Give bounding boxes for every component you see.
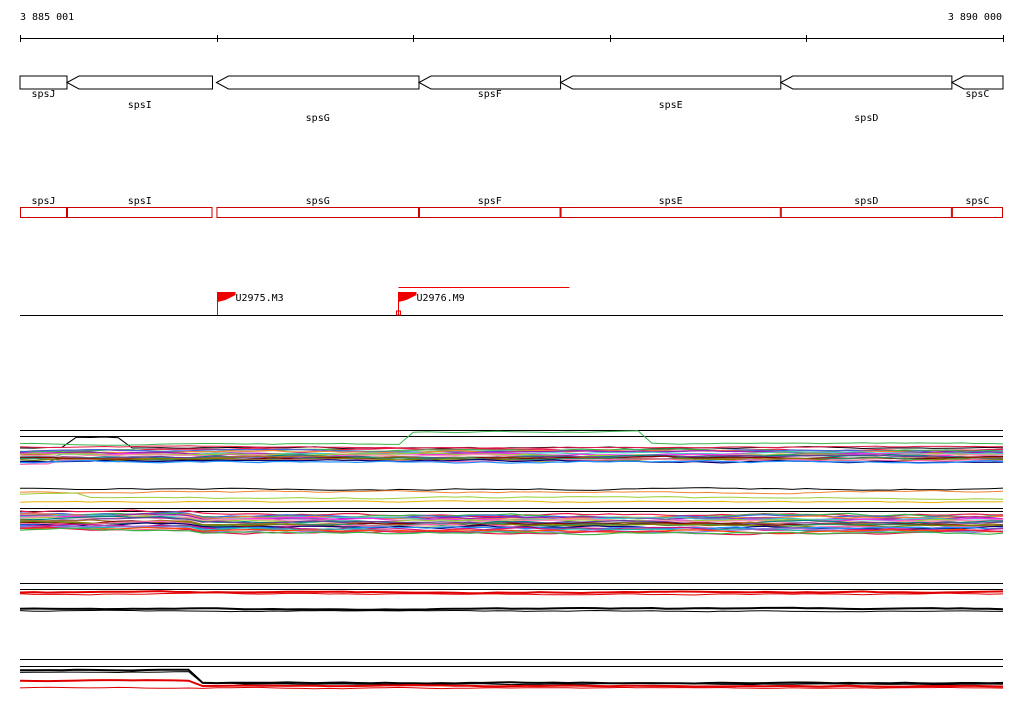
marker-flag	[398, 292, 417, 302]
gene-arrow	[779, 75, 953, 90]
gene-box	[216, 207, 419, 218]
gene-box	[66, 207, 213, 218]
marker-label: U2976.M9	[417, 293, 465, 304]
gene-box-label: spsE	[659, 196, 683, 207]
gene-arrow	[19, 75, 68, 90]
marker-label: U2975.M3	[236, 293, 284, 304]
profile-line	[19, 430, 1004, 446]
gene-box-label: spsD	[854, 196, 878, 207]
profile-line	[19, 492, 1004, 500]
gene-box-label: spsC	[965, 196, 989, 207]
gene-box	[780, 207, 952, 218]
gene-arrow	[417, 75, 562, 90]
gene-label: spsI	[128, 100, 152, 111]
gene-arrow	[559, 75, 782, 90]
gene-box	[20, 207, 67, 218]
gene-box	[560, 207, 781, 218]
gene-arrow-track: spsJ spsI spsG spsF spsE spsD spsC	[19, 75, 1004, 124]
expression-profiles	[19, 430, 1004, 690]
marker-flag	[217, 292, 236, 302]
profile-line	[20, 487, 1004, 491]
gene-box	[951, 207, 1004, 218]
gene-box-label: spsF	[478, 196, 502, 207]
gene-box	[418, 207, 561, 218]
gene-label: spsE	[659, 100, 683, 111]
gene-label: spsJ	[31, 89, 55, 100]
gene-label: spsF	[478, 89, 502, 100]
gene-arrow	[950, 75, 1004, 90]
marker-track: U2975.M3 U2976.M9	[20, 287, 1003, 316]
gene-box-label: spsI	[128, 196, 152, 207]
ruler-start-label: 3 885 001	[20, 12, 75, 23]
genome-tracks: spsJspsIspsGspsFspsEspsDspsC spsJ spsI sps…	[19, 35, 1004, 690]
gene-label: spsD	[854, 113, 878, 124]
profile-line	[19, 609, 1004, 613]
gene-box-track: spsJ spsI spsG spsF spsE spsD spsC	[20, 196, 1004, 218]
gene-label: spsG	[306, 113, 330, 124]
coordinate-ruler	[20, 35, 1004, 42]
profile-line	[19, 489, 1004, 495]
gene-arrow	[65, 75, 214, 90]
profile-line	[19, 590, 1004, 595]
profile-line	[19, 500, 1004, 504]
profile-line	[19, 606, 1004, 611]
genome-browser: 3 885 001 3 890 000 spsJ spsI spsG spsF spsE…	[0, 0, 1024, 714]
profile-line	[19, 686, 1004, 690]
gene-box-label: spsG	[306, 196, 330, 207]
gene-box-label: spsJ	[31, 196, 55, 207]
ruler-end-label: 3 890 000	[947, 12, 1002, 23]
gene-label: spsC	[965, 89, 989, 100]
gene-arrow	[215, 75, 420, 90]
